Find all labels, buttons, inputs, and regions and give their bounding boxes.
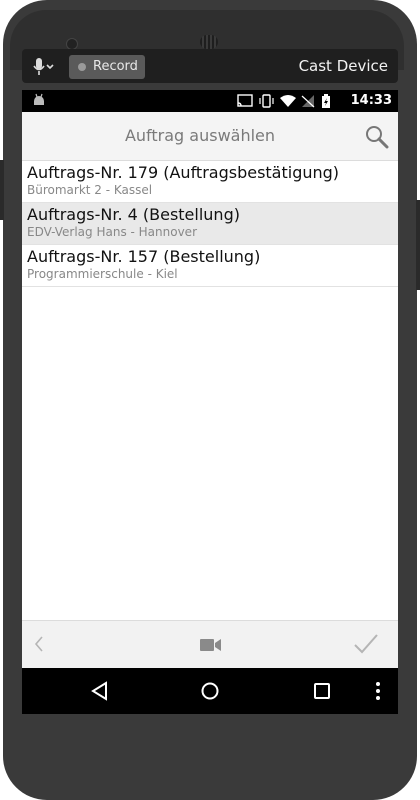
checkmark-icon[interactable] bbox=[354, 633, 378, 655]
order-title: Auftrags-Nr. 157 (Bestellung) bbox=[27, 247, 261, 266]
record-dot-icon bbox=[78, 63, 86, 71]
order-list: Auftrags-Nr. 179 (Auftragsbestätigung) B… bbox=[22, 161, 398, 287]
video-camera-icon[interactable] bbox=[200, 638, 222, 652]
cast-device-button[interactable]: Cast Device bbox=[299, 57, 388, 75]
order-customer: Programmierschule - Kiel bbox=[27, 267, 178, 281]
order-title: Auftrags-Nr. 4 (Bestellung) bbox=[27, 205, 240, 224]
page-title: Auftrag auswählen bbox=[124, 126, 276, 145]
wifi-icon bbox=[280, 95, 296, 107]
action-bar bbox=[22, 620, 398, 668]
status-bar: 14:33 bbox=[22, 90, 398, 112]
record-label: Record bbox=[93, 59, 138, 74]
order-row[interactable]: Auftrags-Nr. 157 (Bestellung) Programmie… bbox=[22, 245, 398, 287]
back-triangle-icon[interactable] bbox=[90, 681, 110, 701]
microphone-dropdown-icon[interactable] bbox=[32, 57, 54, 77]
order-row[interactable]: Auftrags-Nr. 179 (Auftragsbestätigung) B… bbox=[22, 161, 398, 203]
android-debug-icon bbox=[34, 93, 44, 105]
status-time: 14:33 bbox=[350, 93, 392, 108]
order-title: Auftrags-Nr. 179 (Auftragsbestätigung) bbox=[27, 163, 340, 182]
volume-button bbox=[416, 200, 420, 290]
system-navigation-bar bbox=[22, 668, 398, 714]
overflow-menu-icon[interactable] bbox=[374, 681, 382, 701]
home-circle-icon[interactable] bbox=[200, 681, 220, 701]
chevron-left-icon[interactable] bbox=[34, 635, 44, 653]
order-row-selected[interactable]: Auftrags-Nr. 4 (Bestellung) EDV-Verlag H… bbox=[22, 203, 398, 245]
vibrate-icon bbox=[259, 94, 274, 108]
no-signal-icon bbox=[301, 95, 315, 108]
order-customer: EDV-Verlag Hans - Hannover bbox=[27, 225, 197, 239]
record-button[interactable]: Record bbox=[69, 55, 145, 79]
battery-charging-icon bbox=[322, 94, 330, 108]
recent-apps-square-icon[interactable] bbox=[312, 681, 332, 701]
status-icons bbox=[237, 94, 330, 108]
power-button bbox=[0, 160, 4, 220]
search-icon[interactable] bbox=[364, 124, 390, 150]
order-customer: Büromarkt 2 - Kassel bbox=[27, 183, 153, 197]
cast-icon bbox=[237, 94, 253, 107]
app-header: Auftrag auswählen bbox=[22, 112, 398, 161]
earpiece-speaker bbox=[200, 35, 218, 49]
app-screen: 14:33 Auftrag auswählen Auftrags-Nr. 179… bbox=[22, 90, 398, 668]
